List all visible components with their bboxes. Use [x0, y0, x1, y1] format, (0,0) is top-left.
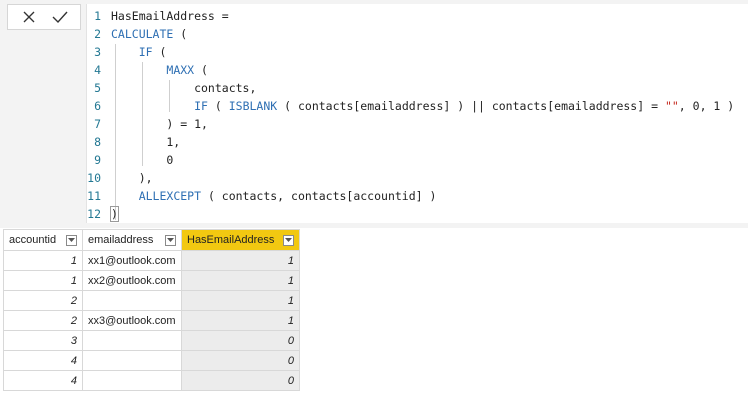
- code-text: ),: [111, 169, 153, 187]
- line-number: 5: [94, 81, 101, 95]
- cell-hasemailaddress[interactable]: 1: [181, 270, 300, 291]
- cell-accountid[interactable]: 2: [3, 310, 83, 331]
- code-segment: HasEmailAddress =: [111, 9, 229, 23]
- line-number: 11: [87, 189, 101, 203]
- dax-keyword: CALCULATE: [111, 27, 174, 41]
- code-segment: ( contacts, contacts[accountid] ): [201, 189, 437, 203]
- table-header-row: accountid emailaddress HasEmailAddress: [3, 229, 300, 251]
- code-text: 1,: [111, 133, 180, 151]
- cell-hasemailaddress[interactable]: 0: [181, 370, 300, 391]
- line-number: 9: [94, 153, 101, 167]
- code-text: HasEmailAddress =: [111, 7, 229, 25]
- cell-accountid[interactable]: 4: [3, 350, 83, 371]
- code-segment: ( contacts[emailaddress] ) || contacts[e…: [277, 99, 665, 113]
- line-number: 1: [94, 9, 101, 23]
- chevron-down-icon: [167, 237, 174, 242]
- dax-keyword: MAXX: [166, 63, 195, 77]
- cell-emailaddress[interactable]: xx1@outlook.com: [82, 250, 182, 271]
- dax-keyword: ALLEXCEPT: [138, 189, 202, 203]
- code-segment: ) = 1,: [111, 117, 208, 131]
- cell-accountid[interactable]: 2: [3, 290, 83, 311]
- code-text: ): [110, 205, 119, 223]
- code-text: IF ( ISBLANK ( contacts[emailaddress] ) …: [111, 97, 734, 115]
- code-text: ) = 1,: [111, 115, 208, 133]
- dax-formula-editor[interactable]: 1 HasEmailAddress = 2 CALCULATE (3 IF (4 MA…: [86, 4, 748, 223]
- cell-emailaddress[interactable]: [82, 370, 182, 391]
- chevron-down-icon: [285, 237, 292, 242]
- dax-keyword: ISBLANK: [228, 99, 278, 113]
- formula-bar-area: 1 HasEmailAddress = 2 CALCULATE (3 IF (4 MA…: [0, 0, 748, 228]
- code-segment: contacts,: [111, 81, 257, 95]
- formula-commit-box: [7, 4, 81, 30]
- table-row[interactable]: 2 1: [3, 290, 300, 311]
- code-segment: 1,: [111, 135, 181, 149]
- cell-hasemailaddress[interactable]: 1: [181, 290, 300, 311]
- code-text: IF (: [111, 43, 167, 61]
- line-number: 4: [94, 63, 101, 77]
- code-segment: (: [152, 45, 167, 59]
- code-text: CALCULATE (: [111, 25, 187, 43]
- cell-hasemailaddress[interactable]: 1: [181, 310, 300, 331]
- commit-formula-button[interactable]: [50, 8, 70, 26]
- filter-dropdown-button[interactable]: [283, 234, 294, 246]
- data-table: accountid emailaddress HasEmailAddress 1…: [3, 229, 300, 391]
- dax-string: "": [664, 99, 679, 113]
- code-text: ALLEXCEPT ( contacts, contacts[accountid…: [111, 187, 437, 205]
- cell-accountid[interactable]: 4: [3, 370, 83, 391]
- cell-hasemailaddress[interactable]: 1: [181, 250, 300, 271]
- column-header-hasemailaddress[interactable]: HasEmailAddress: [181, 229, 300, 251]
- cell-emailaddress[interactable]: xx3@outlook.com: [82, 310, 182, 331]
- code-segment: 0: [111, 153, 174, 167]
- cell-emailaddress[interactable]: xx2@outlook.com: [82, 270, 182, 291]
- filter-dropdown-button[interactable]: [66, 234, 77, 246]
- line-number: 10: [87, 171, 101, 185]
- column-header-label: HasEmailAddress: [187, 234, 275, 246]
- code-text: MAXX (: [111, 61, 208, 79]
- line-number: 7: [94, 117, 101, 131]
- column-header-label: accountid: [9, 234, 57, 246]
- table-row[interactable]: 3 0: [3, 330, 300, 351]
- cell-accountid[interactable]: 1: [3, 250, 83, 271]
- cell-accountid[interactable]: 1: [3, 270, 83, 291]
- cell-emailaddress[interactable]: [82, 290, 182, 311]
- cell-hasemailaddress[interactable]: 0: [181, 350, 300, 371]
- filter-dropdown-button[interactable]: [165, 234, 176, 246]
- table-row[interactable]: 1 xx2@outlook.com 1: [3, 270, 300, 291]
- cell-accountid[interactable]: 3: [3, 330, 83, 351]
- cancel-formula-button[interactable]: [19, 8, 39, 26]
- column-header-accountid[interactable]: accountid: [3, 229, 83, 251]
- cell-emailaddress[interactable]: [82, 350, 182, 371]
- code-segment: ): [110, 206, 119, 222]
- table-row[interactable]: 4 0: [3, 370, 300, 391]
- column-header-emailaddress[interactable]: emailaddress: [82, 229, 182, 251]
- code-segment: , 0, 1 ): [678, 99, 735, 113]
- check-icon: [52, 11, 68, 24]
- code-text: 0: [111, 151, 173, 169]
- line-number: 12: [87, 207, 101, 221]
- line-number: 2: [94, 27, 101, 41]
- code-segment: (: [173, 27, 188, 41]
- line-number: 6: [94, 99, 101, 113]
- code-segment: (: [207, 99, 229, 113]
- code-segment: (: [194, 63, 208, 77]
- table-row[interactable]: 2 xx3@outlook.com 1: [3, 310, 300, 331]
- chevron-down-icon: [68, 237, 75, 242]
- table-row[interactable]: 1 xx1@outlook.com 1: [3, 250, 300, 271]
- table-row[interactable]: 4 0: [3, 350, 300, 371]
- close-icon: [23, 11, 35, 23]
- column-header-label: emailaddress: [88, 234, 154, 246]
- cell-emailaddress[interactable]: [82, 330, 182, 351]
- code-text: contacts,: [111, 79, 256, 97]
- code-segment: ),: [111, 171, 153, 185]
- dax-keyword: IF: [138, 45, 153, 59]
- dax-keyword: IF: [194, 99, 208, 113]
- line-number: 8: [94, 135, 101, 149]
- cell-hasemailaddress[interactable]: 0: [181, 330, 300, 351]
- line-number: 3: [94, 45, 101, 59]
